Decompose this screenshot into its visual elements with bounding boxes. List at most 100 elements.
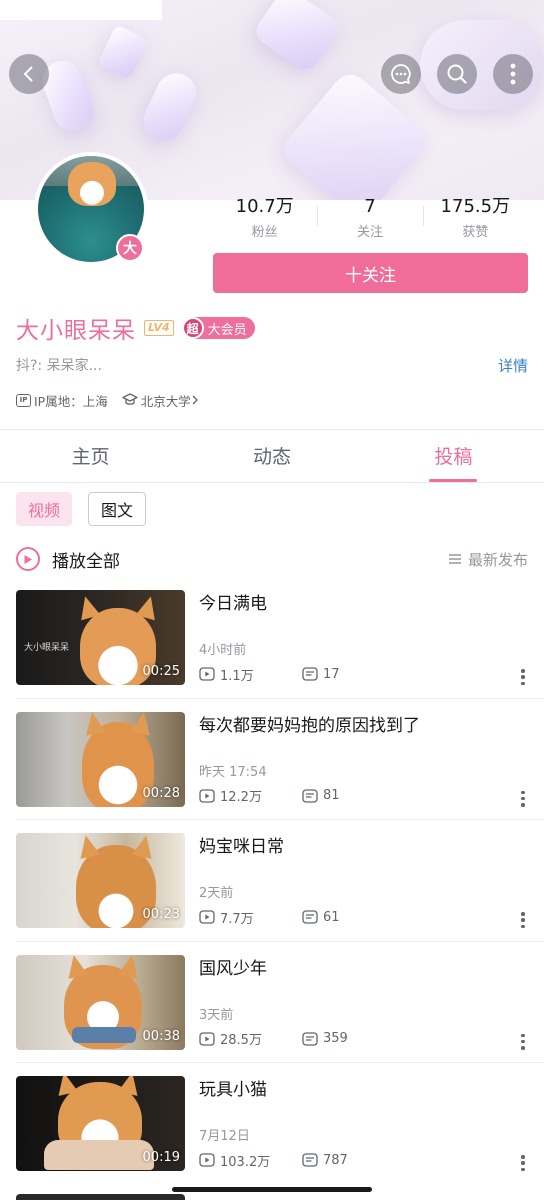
video-thumbnail[interactable]: 大小眼呆呆 00:25 [16,590,185,685]
bio-text: 抖?: 呆呆家... [16,358,102,374]
video-item[interactable]: 大小眼呆呆 00:25 今日满电 4小时前 1.1万 17 [0,590,544,712]
video-time: 4小时前 [199,643,247,658]
video-stats: 1.1万 17 [199,664,340,684]
video-title[interactable]: 每次都要妈妈抱的原因找到了 [199,714,528,738]
comment-count: 81 [323,788,340,803]
play-count-icon [199,1153,215,1167]
cat-collar [72,1026,136,1043]
home-indicator[interactable] [172,1187,372,1192]
stat-label: 获赞 [462,225,489,240]
comment-count: 787 [323,1152,348,1168]
video-thumbnail[interactable]: 00:23 [16,833,185,928]
comment-count: 17 [323,666,340,682]
comment-count: 61 [323,909,340,925]
video-more-button[interactable] [521,912,525,928]
school-link[interactable]: 北京大学 [122,391,202,410]
graduation-cap-icon [122,393,138,405]
video-more-button[interactable] [521,1155,525,1171]
comment-icon [302,788,318,803]
detail-link[interactable]: 详情 [498,356,528,376]
video-duration: 00:23 [142,907,180,922]
view-count: 103.2万 [220,1154,271,1170]
chat-bubble-icon [391,64,411,84]
follow-button[interactable]: 十关注 [213,253,528,293]
stat-label: 粉丝 [251,225,278,240]
profile-stats: 10.7万 粉丝 7 关注 175.5万 获赞 [212,196,528,242]
video-time: 3天前 [199,1007,234,1023]
video-title[interactable]: 国风少年 [199,957,528,981]
filter-image-text[interactable]: 图文 [88,492,147,526]
video-item[interactable]: 00:28 每次都要妈妈抱的原因找到了 昨天 17:54 12.2万 81 [0,711,544,834]
video-stats: 12.2万 81 [199,786,340,806]
play-all-button[interactable]: 播放全部 [16,545,120,573]
video-item[interactable]: 00:19 玩具小猫 7月12日 103.2万 787 [0,1076,544,1198]
vip-badge: 大 [116,234,144,262]
stat-fans[interactable]: 10.7万 粉丝 [212,196,317,242]
banner-decoration [251,0,343,75]
view-count: 28.5万 [220,1033,262,1048]
video-duration: 00:19 [142,1150,180,1165]
comment-icon [302,667,318,681]
member-label: 大会员 [207,322,247,338]
username: 大小眼呆呆 [16,318,136,344]
tabs-divider [0,482,544,483]
video-title[interactable]: 玩具小猫 [199,1078,528,1102]
comment-icon [302,1153,318,1167]
tab-dynamic[interactable]: 动态 [181,432,362,482]
name-row: 大小眼呆呆 LV4 超 大会员 [16,312,255,344]
tab-home[interactable]: 主页 [0,432,181,482]
video-more-button[interactable] [521,1033,525,1050]
sort-label: 最新发布 [467,550,528,569]
video-time: 2天前 [199,886,234,901]
stat-label: 关注 [356,225,383,240]
more-vertical-icon [510,63,516,85]
stat-following[interactable]: 7 关注 [317,196,422,242]
video-title[interactable]: 今日满电 [199,592,528,616]
view-count: 12.2万 [220,790,262,805]
tab-posts[interactable]: 投稿 [363,432,544,482]
avatar-cat [68,162,116,206]
chevron-right-icon [192,395,198,405]
video-time: 7月12日 [199,1129,250,1144]
banner-decoration [97,24,149,80]
member-badge[interactable]: 超 大会员 [181,317,255,339]
stat-value: 175.5万 [440,196,511,217]
ip-icon: IP [16,393,31,407]
video-thumbnail[interactable]: 00:38 [16,954,185,1050]
play-count-icon [199,910,215,924]
filter-video[interactable]: 视频 [16,492,73,526]
video-thumbnail[interactable]: 00:28 [16,711,185,807]
video-item[interactable]: 00:23 妈宝咪日常 2天前 7.7万 61 [0,833,544,955]
play-icon [16,547,40,571]
super-member-icon: 超 [181,317,204,339]
sort-button[interactable]: 最新发布 [448,545,528,573]
video-more-button[interactable] [521,790,525,807]
banner-decoration [137,66,203,148]
stat-likes[interactable]: 175.5万 获赞 [422,196,528,242]
more-options-button[interactable] [493,54,533,94]
search-button[interactable] [437,54,477,94]
school-name: 北京大学 [140,393,191,409]
stat-value: 10.7万 [235,196,294,217]
profile-meta: IP IP属地：上海 北京大学 [16,390,202,410]
play-all-label: 播放全部 [52,551,120,572]
play-count-icon [199,788,215,803]
video-time: 昨天 17:54 [199,764,267,780]
message-button[interactable] [381,54,421,94]
video-duration: 00:25 [142,664,180,679]
video-title[interactable]: 妈宝咪日常 [199,835,528,859]
video-thumbnail[interactable]: 00:19 [16,1076,185,1171]
view-count: 7.7万 [220,911,254,927]
ip-location: IP属地：上海 [34,393,108,409]
chevron-left-icon [24,66,33,82]
level-badge: LV4 [144,320,174,336]
back-button[interactable] [9,54,49,94]
view-count: 1.1万 [220,668,254,684]
video-item[interactable]: 00:38 国风少年 3天前 28.5万 359 [0,954,544,1077]
search-icon [447,64,467,84]
play-count-icon [199,1031,215,1046]
profile-tabs: 主页 动态 投稿 [0,432,544,482]
video-more-button[interactable] [521,669,525,685]
item-divider [16,697,544,699]
stat-value: 7 [364,196,376,217]
